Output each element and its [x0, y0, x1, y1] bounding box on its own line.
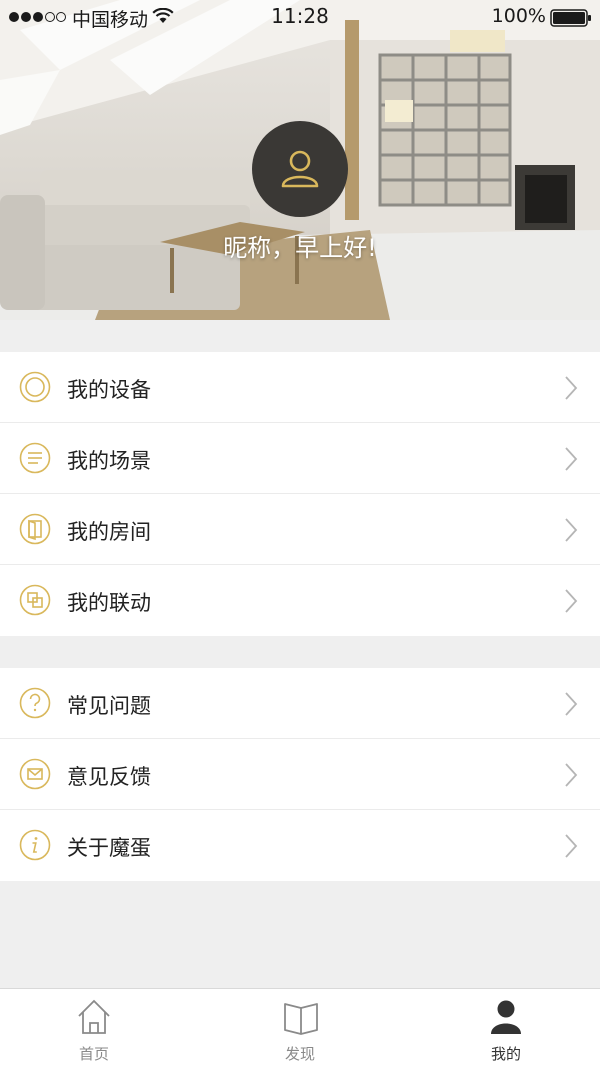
chevron-right-icon [565, 376, 578, 400]
chevron-right-icon [565, 834, 578, 858]
menu-item-label: 关于魔蛋 [67, 836, 151, 860]
chevron-right-icon [565, 763, 578, 787]
menu-item-feedback[interactable]: 意见反馈 [0, 739, 600, 810]
linkage-squares-icon [19, 584, 51, 616]
chevron-right-icon [565, 447, 578, 471]
user-avatar[interactable] [252, 121, 348, 217]
info-icon [19, 829, 51, 861]
menu-item-my-scenes[interactable]: 我的场景 [0, 423, 600, 494]
menu-item-faq[interactable]: 常见问题 [0, 668, 600, 739]
device-ring-icon [19, 371, 51, 403]
menu-item-label: 我的场景 [67, 449, 151, 473]
person-icon [491, 1000, 521, 1034]
scene-lines-icon [19, 442, 51, 474]
profile-screen: 中国移动 11:28 100% 昵称，早上好! 我的设备 我的场景 我的房间 我… [0, 0, 600, 1067]
user-icon [281, 150, 319, 188]
menu-group-personal: 我的设备 我的场景 我的房间 我的联动 [0, 352, 600, 636]
tab-label: 首页 [78, 1045, 109, 1063]
menu-item-label: 我的联动 [67, 591, 151, 615]
tab-label: 我的 [490, 1045, 521, 1063]
book-icon [284, 1003, 318, 1035]
tab-discover[interactable]: 发现 [240, 989, 360, 1067]
bottom-tab-bar: 首页 发现 我的 [0, 988, 600, 1067]
tab-label: 发现 [284, 1045, 315, 1063]
menu-item-label: 意见反馈 [67, 765, 151, 789]
greeting-text: 昵称，早上好! [223, 234, 377, 262]
menu-item-label: 常见问题 [67, 694, 151, 718]
tab-mine[interactable]: 我的 [446, 989, 566, 1067]
menu-group-help: 常见问题 意见反馈 关于魔蛋 [0, 668, 600, 881]
status-bar: 中国移动 11:28 100% [0, 0, 600, 34]
battery-icon [550, 9, 591, 27]
battery-percentage: 100% [491, 5, 546, 27]
menu-item-my-linkages[interactable]: 我的联动 [0, 565, 600, 636]
menu-item-my-rooms[interactable]: 我的房间 [0, 494, 600, 565]
chevron-right-icon [565, 518, 578, 542]
chevron-right-icon [565, 692, 578, 716]
chevron-right-icon [565, 589, 578, 613]
menu-item-my-devices[interactable]: 我的设备 [0, 352, 600, 423]
tab-home[interactable]: 首页 [34, 989, 154, 1067]
home-icon [78, 999, 110, 1034]
menu-item-about[interactable]: 关于魔蛋 [0, 810, 600, 881]
menu-item-label: 我的设备 [67, 378, 151, 402]
feedback-mail-icon [19, 758, 51, 790]
menu-item-label: 我的房间 [67, 520, 151, 544]
question-icon [19, 687, 51, 719]
room-door-icon [19, 513, 51, 545]
